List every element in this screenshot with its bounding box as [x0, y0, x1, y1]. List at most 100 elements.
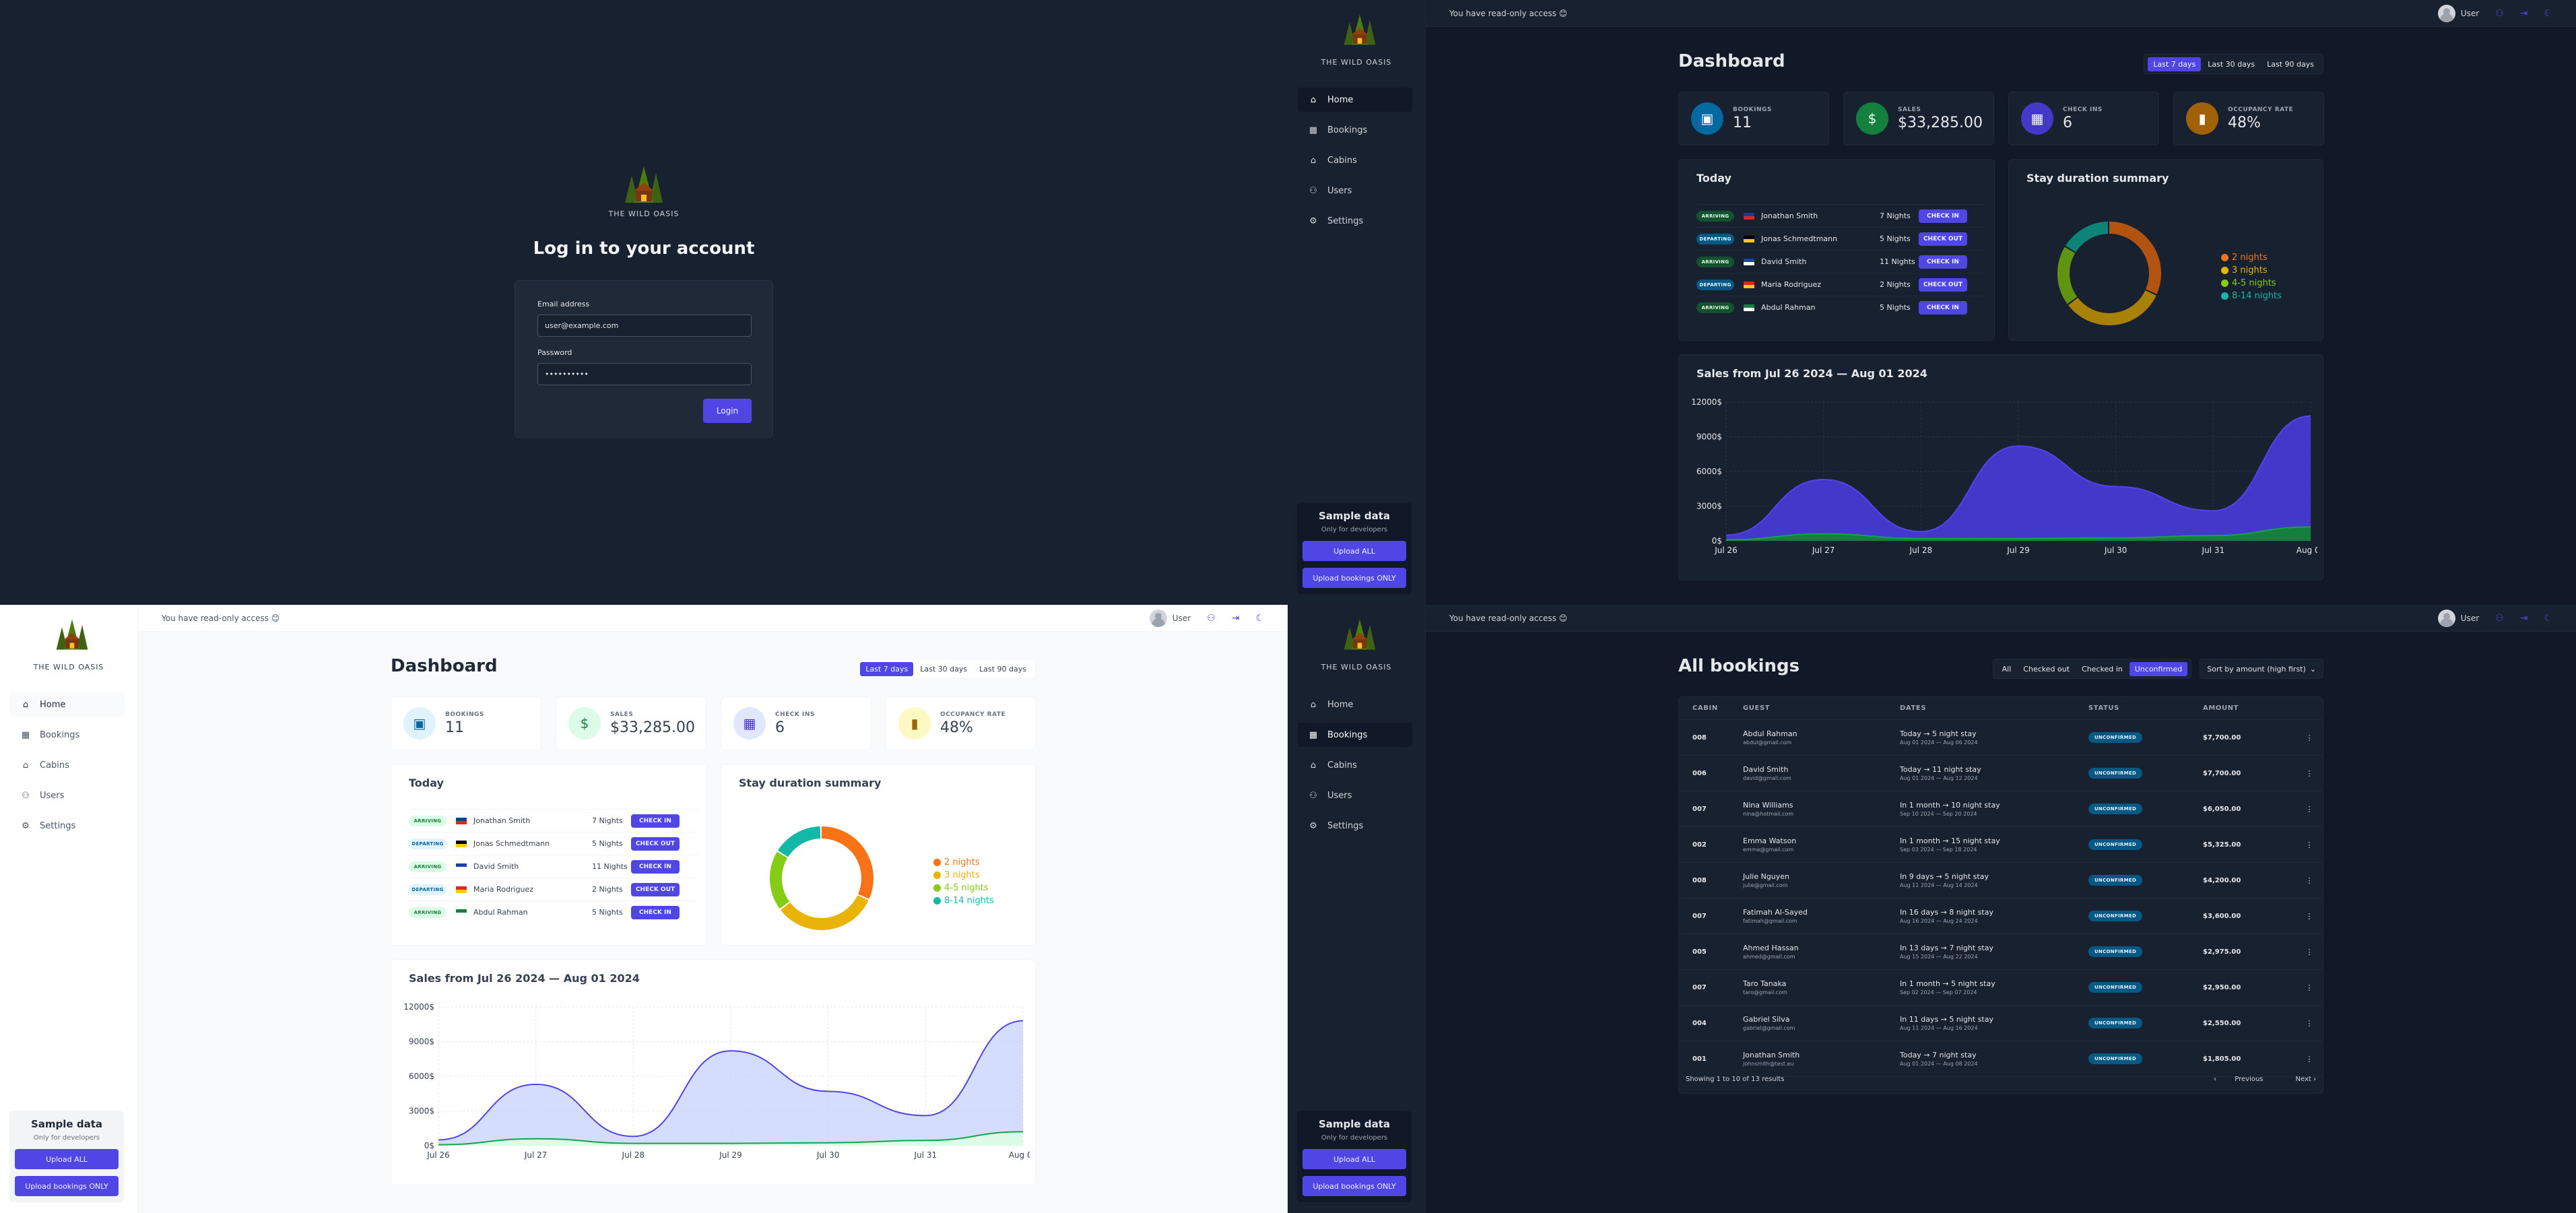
upload-all-button[interactable]: Upload ALL [15, 1149, 119, 1169]
main-nav: ⌂ Home ▦ Bookings ⌂ Cabins ⚇ Users ⚙ Set… [1298, 88, 1412, 239]
cabin-number: 008 [1692, 733, 1707, 742]
moon-icon[interactable]: ☾ [2544, 8, 2552, 19]
filter-last-30-days[interactable]: Last 30 days [915, 662, 972, 676]
sort-select[interactable]: Sort by amount (high first) ⌄ [2200, 659, 2323, 679]
row-menu-icon[interactable]: ⋮ [2296, 805, 2323, 814]
sidebar-item-cabins[interactable]: ⌂ Cabins [1298, 753, 1412, 777]
sidebar-item-cabins[interactable]: ⌂ Cabins [1298, 148, 1412, 172]
check-in-button[interactable]: CHECK IN [1919, 255, 1967, 269]
row-menu-icon[interactable]: ⋮ [2296, 876, 2323, 885]
y-tick-label: 0$ [1712, 536, 1722, 546]
check-out-button[interactable]: CHECK OUT [631, 837, 680, 851]
user-icon[interactable]: ⚇ [2495, 613, 2504, 624]
x-tick-label: Jul 29 [719, 1150, 742, 1160]
wild-oasis-logo [56, 619, 88, 650]
sidebar-item-home[interactable]: ⌂ Home [10, 692, 125, 717]
sidebar-item-bookings[interactable]: ▦ Bookings [1298, 118, 1412, 142]
x-tick-label: Jul 30 [816, 1150, 840, 1160]
today-card: Today ARRIVING Jonathan Smith 7 Nights C… [1678, 159, 1995, 341]
sidebar-item-cabins[interactable]: ⌂ Cabins [10, 753, 125, 777]
next-page-button[interactable]: Next › [2280, 1076, 2316, 1083]
logout-icon[interactable]: ⇥ [2520, 613, 2528, 624]
donut-slice [821, 826, 873, 899]
check-out-button[interactable]: CHECK OUT [1919, 277, 1967, 292]
status-badge: ARRIVING [1696, 256, 1734, 267]
password-field[interactable]: •••••••••• [537, 363, 752, 385]
today-row: ARRIVING Abdul Rahman 5 Nights CHECK IN [1696, 296, 1986, 319]
bookings-content: All bookings All Checked out Checked in Unc… [1678, 632, 2323, 1213]
logout-icon[interactable]: ⇥ [2520, 8, 2528, 19]
row-menu-icon[interactable]: ⋮ [2296, 1055, 2323, 1063]
sidebar-item-users[interactable]: ⚇ Users [1298, 178, 1412, 203]
check-in-button[interactable]: CHECK IN [631, 859, 680, 874]
sidebar-item-settings[interactable]: ⚙ Settings [1298, 209, 1412, 233]
country-flag-icon [456, 886, 467, 893]
row-menu-icon[interactable]: ⋮ [2296, 1019, 2323, 1028]
filter-last-7-days[interactable]: Last 7 days [2148, 57, 2202, 71]
user-icon[interactable]: ⚇ [1207, 613, 1216, 624]
check-in-button[interactable]: CHECK IN [1919, 209, 1967, 223]
upload-all-button[interactable]: Upload ALL [1302, 541, 1406, 561]
date-range: Aug 15 2024 — Aug 22 2024 [1900, 954, 1978, 960]
user-icon[interactable]: ⚇ [2495, 8, 2504, 19]
sidebar-item-users[interactable]: ⚇ Users [1298, 783, 1412, 808]
check-in-button[interactable]: CHECK IN [631, 814, 680, 828]
row-menu-icon[interactable]: ⋮ [2296, 912, 2323, 921]
country-flag-icon [1744, 235, 1754, 242]
upload-bookings-button[interactable]: Upload bookings ONLY [15, 1176, 119, 1196]
row-menu-icon[interactable]: ⋮ [2296, 841, 2323, 849]
moon-icon[interactable]: ☾ [2544, 613, 2552, 624]
filter-last-7-days[interactable]: Last 7 days [860, 661, 914, 676]
check-out-button[interactable]: CHECK OUT [631, 882, 680, 896]
stat-bookings: ▣ BOOKINGS 11 [1678, 92, 1829, 145]
login-button[interactable]: Login [703, 399, 752, 423]
legend-label: 8-14 nights [944, 896, 994, 906]
row-menu-icon[interactable]: ⋮ [2296, 769, 2323, 778]
email-field[interactable]: user@example.com [537, 315, 752, 337]
nights: 5 Nights [1880, 303, 1911, 312]
status-badge: UNCONFIRMED [2088, 911, 2142, 921]
table-row: 007 Taro Tanaka taro@gmail.com In 1 mont… [1679, 970, 2323, 1006]
stay-summary: In 13 days → 7 night stay [1900, 944, 1993, 952]
sidebar-item-settings[interactable]: ⚙ Settings [1298, 814, 1412, 838]
row-menu-icon[interactable]: ⋮ [2296, 733, 2323, 742]
row-menu-icon[interactable]: ⋮ [2296, 983, 2323, 992]
sidebar-item-bookings[interactable]: ▦ Bookings [10, 723, 125, 747]
sidebar-item-home[interactable]: ⌂ Home [1298, 88, 1412, 112]
guest-name: Jonathan Smith [473, 816, 531, 825]
filter-last-90-days[interactable]: Last 90 days [2261, 57, 2319, 71]
amount: $2,550.00 [2203, 1019, 2241, 1027]
check-out-button[interactable]: CHECK OUT [1919, 232, 1967, 246]
user-menu[interactable]: User [2437, 609, 2479, 627]
check-in-button[interactable]: CHECK IN [1919, 300, 1967, 315]
sidebar-item-bookings[interactable]: ▦ Bookings [1298, 723, 1412, 747]
sidebar-item-settings[interactable]: ⚙ Settings [10, 814, 125, 838]
check-in-button[interactable]: CHECK IN [631, 905, 680, 919]
sidebar-item-label: Cabins [40, 760, 69, 771]
upload-bookings-button[interactable]: Upload bookings ONLY [1302, 568, 1406, 588]
logout-icon[interactable]: ⇥ [1232, 613, 1240, 624]
guest-email: fatimah@gmail.com [1743, 918, 1797, 924]
nights: 2 Nights [592, 885, 623, 894]
amount: $2,975.00 [2203, 948, 2241, 956]
table-row: 007 Fatimah Al-Sayed fatimah@gmail.com I… [1679, 898, 2323, 934]
filter-all[interactable]: All [1997, 662, 2017, 676]
stay-summary: In 16 days → 8 night stay [1900, 908, 1993, 917]
nights: 5 Nights [1880, 234, 1911, 243]
column-header: STATUS [2088, 704, 2119, 712]
upload-bookings-button[interactable]: Upload bookings ONLY [1302, 1176, 1406, 1196]
sidebar-item-home[interactable]: ⌂ Home [1298, 692, 1412, 717]
row-menu-icon[interactable]: ⋮ [2296, 948, 2323, 956]
user-menu[interactable]: User [1149, 609, 1191, 627]
filter-checked-out[interactable]: Checked out [2018, 662, 2075, 676]
upload-all-button[interactable]: Upload ALL [1302, 1149, 1406, 1169]
calendar-days-icon: ▦ [733, 707, 766, 740]
filter-last-30-days[interactable]: Last 30 days [2202, 57, 2260, 71]
sidebar-item-users[interactable]: ⚇ Users [10, 783, 125, 808]
filter-last-90-days[interactable]: Last 90 days [974, 662, 1032, 676]
filter-unconfirmed[interactable]: Unconfirmed [2129, 661, 2188, 676]
previous-page-button[interactable]: ‹ Previous [2214, 1076, 2263, 1083]
moon-icon[interactable]: ☾ [1255, 613, 1264, 624]
user-menu[interactable]: User [2437, 4, 2479, 22]
filter-checked-in[interactable]: Checked in [2076, 662, 2128, 676]
